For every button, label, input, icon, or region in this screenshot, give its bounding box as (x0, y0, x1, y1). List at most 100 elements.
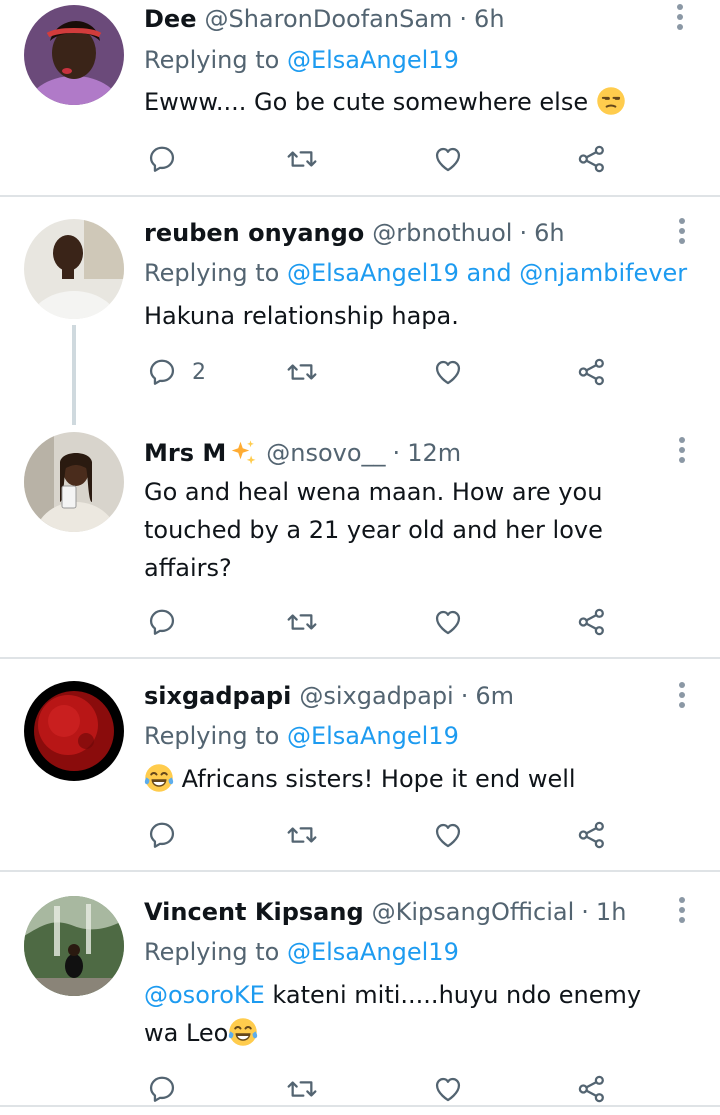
share-button[interactable] (576, 1071, 608, 1107)
share-button[interactable] (576, 141, 608, 177)
tweet-text: Hakuna relationship hapa. (144, 297, 696, 335)
tweet-actions (144, 141, 614, 177)
more-options-icon[interactable] (674, 218, 690, 248)
like-button[interactable] (432, 141, 464, 177)
replying-to-label: Replying to (144, 722, 280, 750)
tweet-text: Ewww.... Go be cute somewhere else (144, 83, 696, 121)
avatar[interactable] (24, 432, 124, 532)
tweet-header: Vincent Kipsang @KipsangOfficial · 1h (144, 893, 696, 931)
tweet-actions (144, 604, 614, 640)
retweet-button[interactable] (286, 817, 318, 853)
reply-icon (146, 606, 178, 638)
tweet-actions (144, 817, 614, 853)
heart-icon (432, 1073, 464, 1105)
username[interactable]: @KipsangOfficial (372, 893, 575, 931)
tweet[interactable]: Dee @SharonDoofanSam · 6h Replying to @E… (0, 0, 720, 195)
more-options-icon[interactable] (672, 4, 688, 34)
more-options-icon[interactable] (674, 682, 690, 712)
like-button[interactable] (432, 817, 464, 853)
tweet[interactable]: reuben onyango @rbnothuol · 6h Replying … (0, 197, 720, 425)
separator: · (392, 439, 401, 467)
tweet-text-content: kateni miti.....huyu ndo enemy (264, 981, 642, 1009)
like-button[interactable] (432, 604, 464, 640)
share-icon (576, 819, 608, 851)
avatar[interactable] (24, 681, 124, 781)
display-name[interactable]: Dee (144, 0, 196, 38)
tweet[interactable]: Vincent Kipsang @KipsangOfficial · 1h Re… (0, 872, 720, 1115)
display-name[interactable]: Vincent Kipsang (144, 893, 364, 931)
tweet-header: sixgadpapi @sixgadpapi · 6m (144, 677, 696, 715)
replying-to: Replying to @ElsaAngel19 (144, 41, 696, 79)
display-name[interactable]: sixgadpapi (144, 677, 291, 715)
face-with-tears-of-joy-emoji (144, 763, 174, 793)
divider (0, 1105, 720, 1107)
tweet-text-line: wa Leo (144, 1014, 696, 1052)
reply-button[interactable] (146, 1071, 178, 1107)
heart-icon (432, 143, 464, 175)
display-name[interactable]: reuben onyango (144, 214, 364, 252)
username[interactable]: @SharonDoofanSam (204, 0, 452, 38)
timestamp[interactable]: 6h (534, 214, 564, 252)
reply-button[interactable] (146, 817, 178, 853)
tweet-text-content: Africans sisters! Hope it end well (181, 765, 576, 793)
tweet-actions (144, 1071, 614, 1107)
tweet[interactable]: Mrs M @nsovo__ · 12m Go and heal wena ma… (0, 410, 720, 657)
retweet-icon (286, 143, 318, 175)
share-button[interactable] (576, 354, 608, 390)
share-icon (576, 356, 608, 388)
replying-to-label: Replying to (144, 259, 280, 287)
timestamp[interactable]: 12m (407, 434, 461, 472)
mention-link[interactable]: @ElsaAngel19 (287, 938, 459, 966)
tweet-header: reuben onyango @rbnothuol · 6h (144, 214, 696, 252)
separator: · (460, 682, 469, 710)
reply-button[interactable] (146, 604, 178, 640)
replying-to: Replying to @ElsaAngel19 (144, 717, 696, 755)
mention-link[interactable]: @ElsaAngel19 (287, 722, 459, 750)
tweet-text: Go and heal wena maan. How are you touch… (144, 473, 696, 587)
more-options-icon[interactable] (674, 897, 690, 927)
retweet-button[interactable] (286, 604, 318, 640)
avatar[interactable] (24, 219, 124, 319)
like-button[interactable] (432, 1071, 464, 1107)
display-name[interactable]: Mrs M (144, 434, 226, 472)
username[interactable]: @nsovo__ (266, 434, 385, 472)
retweet-icon (286, 606, 318, 638)
tweet-text-content: Hakuna relationship hapa. (144, 302, 459, 330)
retweet-icon (286, 1073, 318, 1105)
mention-link[interactable]: @osoroKE (144, 981, 265, 1009)
retweet-button[interactable] (286, 1071, 318, 1107)
tweet-text-line: affairs? (144, 554, 232, 582)
tweet-header: Mrs M @nsovo__ · 12m (144, 434, 696, 472)
tweet-text-content: Ewww.... Go be cute somewhere else (144, 88, 589, 116)
tweet[interactable]: sixgadpapi @sixgadpapi · 6m Replying to … (0, 659, 720, 870)
tweet-text-line: @osoroKE kateni miti.....huyu ndo enemy (144, 976, 696, 1014)
reply-button[interactable] (146, 141, 178, 177)
tweet-text-line: touched by a 21 year old and her love (144, 516, 603, 544)
more-options-icon[interactable] (674, 437, 690, 467)
username[interactable]: @rbnothuol (372, 214, 512, 252)
replying-to-label: Replying to (144, 46, 280, 74)
face-with-tears-of-joy-emoji (228, 1017, 258, 1047)
tweet-text-line: Go and heal wena maan. How are you (144, 478, 603, 506)
timestamp[interactable]: 6h (474, 0, 504, 38)
retweet-button[interactable] (286, 354, 318, 390)
share-button[interactable] (576, 817, 608, 853)
reply-icon (146, 819, 178, 851)
like-button[interactable] (432, 354, 464, 390)
unamused-face-emoji (596, 86, 626, 116)
mention-link[interactable]: @ElsaAngel19 (287, 46, 459, 74)
timestamp[interactable]: 6m (475, 677, 514, 715)
timestamp[interactable]: 1h (596, 893, 626, 931)
replying-to: Replying to @ElsaAngel19 (144, 933, 696, 971)
avatar[interactable] (24, 896, 124, 996)
reply-button[interactable]: 2 (146, 354, 206, 390)
heart-icon (432, 356, 464, 388)
retweet-button[interactable] (286, 141, 318, 177)
retweet-icon (286, 356, 318, 388)
share-icon (576, 143, 608, 175)
username[interactable]: @sixgadpapi (299, 677, 453, 715)
avatar[interactable] (24, 5, 124, 105)
separator: · (581, 898, 589, 926)
mention-link[interactable]: @ElsaAngel19 and @njambifever (287, 259, 687, 287)
share-button[interactable] (576, 604, 608, 640)
